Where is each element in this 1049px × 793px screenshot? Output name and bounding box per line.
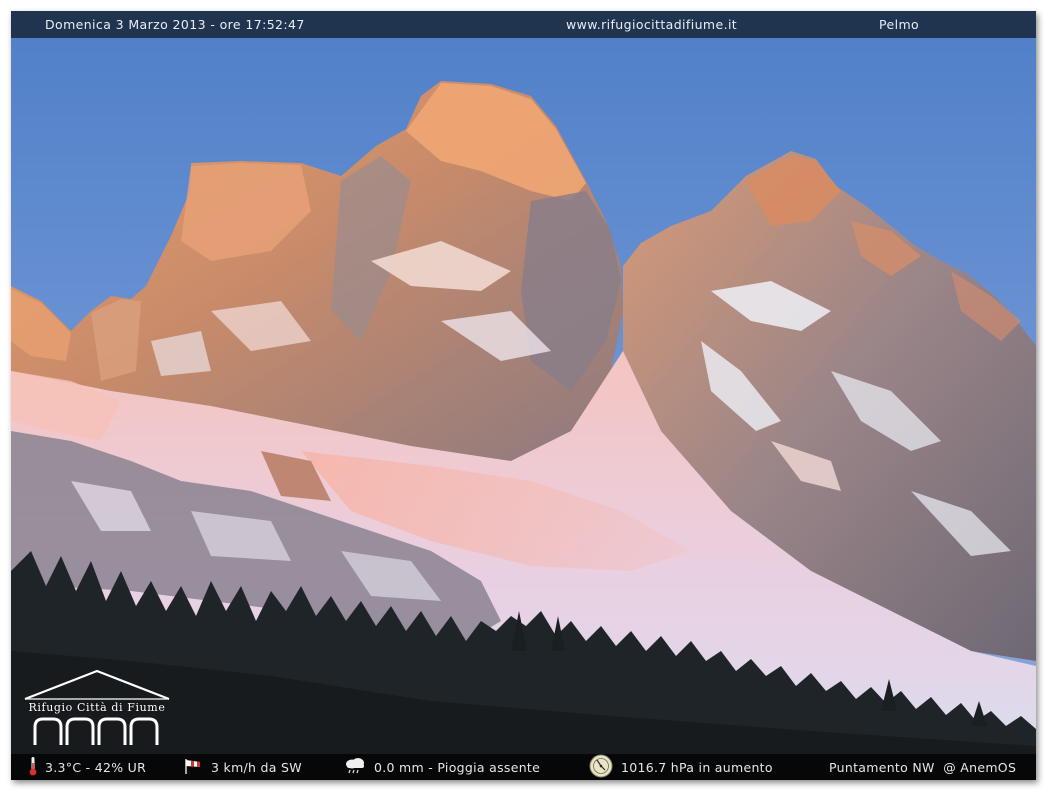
mountain-photo — [11, 11, 1036, 780]
peak-name-label: Pelmo — [879, 17, 920, 32]
camera-pointing: Puntamento NW @ AnemOS — [829, 754, 1016, 780]
rifugio-logo: Rifugio Città di Fiume — [19, 669, 175, 749]
pressure-info: 1016.7 hPa in aumento — [589, 754, 773, 780]
weather-bar: 3.3°C - 42% UR 3 km/h da SW 0.0 mm - Pio… — [11, 754, 1036, 780]
temperature-humidity: 3.3°C - 42% UR — [29, 754, 146, 780]
barometer-icon — [589, 754, 613, 781]
date-time-label: Domenica 3 Marzo 2013 - ore 17:52:47 — [45, 17, 305, 32]
pointing-value: Puntamento NW @ AnemOS — [829, 759, 1017, 775]
pressure-value: 1016.7 hPa in aumento — [621, 759, 773, 775]
temperature-value: 3.3°C - 42% UR — [45, 759, 147, 775]
rifugio-name: Rifugio Città di Fiume — [28, 701, 166, 714]
rain-value: 0.0 mm - Pioggia assente — [374, 759, 541, 775]
thermometer-icon — [29, 756, 37, 779]
windsock-icon — [183, 757, 203, 778]
webcam-frame: Domenica 3 Marzo 2013 - ore 17:52:47 www… — [11, 11, 1036, 780]
rain-cloud-icon — [344, 757, 366, 778]
rain-info: 0.0 mm - Pioggia assente — [344, 754, 540, 780]
header-bar: Domenica 3 Marzo 2013 - ore 17:52:47 www… — [11, 11, 1036, 38]
wind-info: 3 km/h da SW — [183, 754, 302, 780]
wind-value: 3 km/h da SW — [211, 759, 302, 775]
website-link[interactable]: www.rifugiocittadifiume.it — [566, 17, 737, 32]
